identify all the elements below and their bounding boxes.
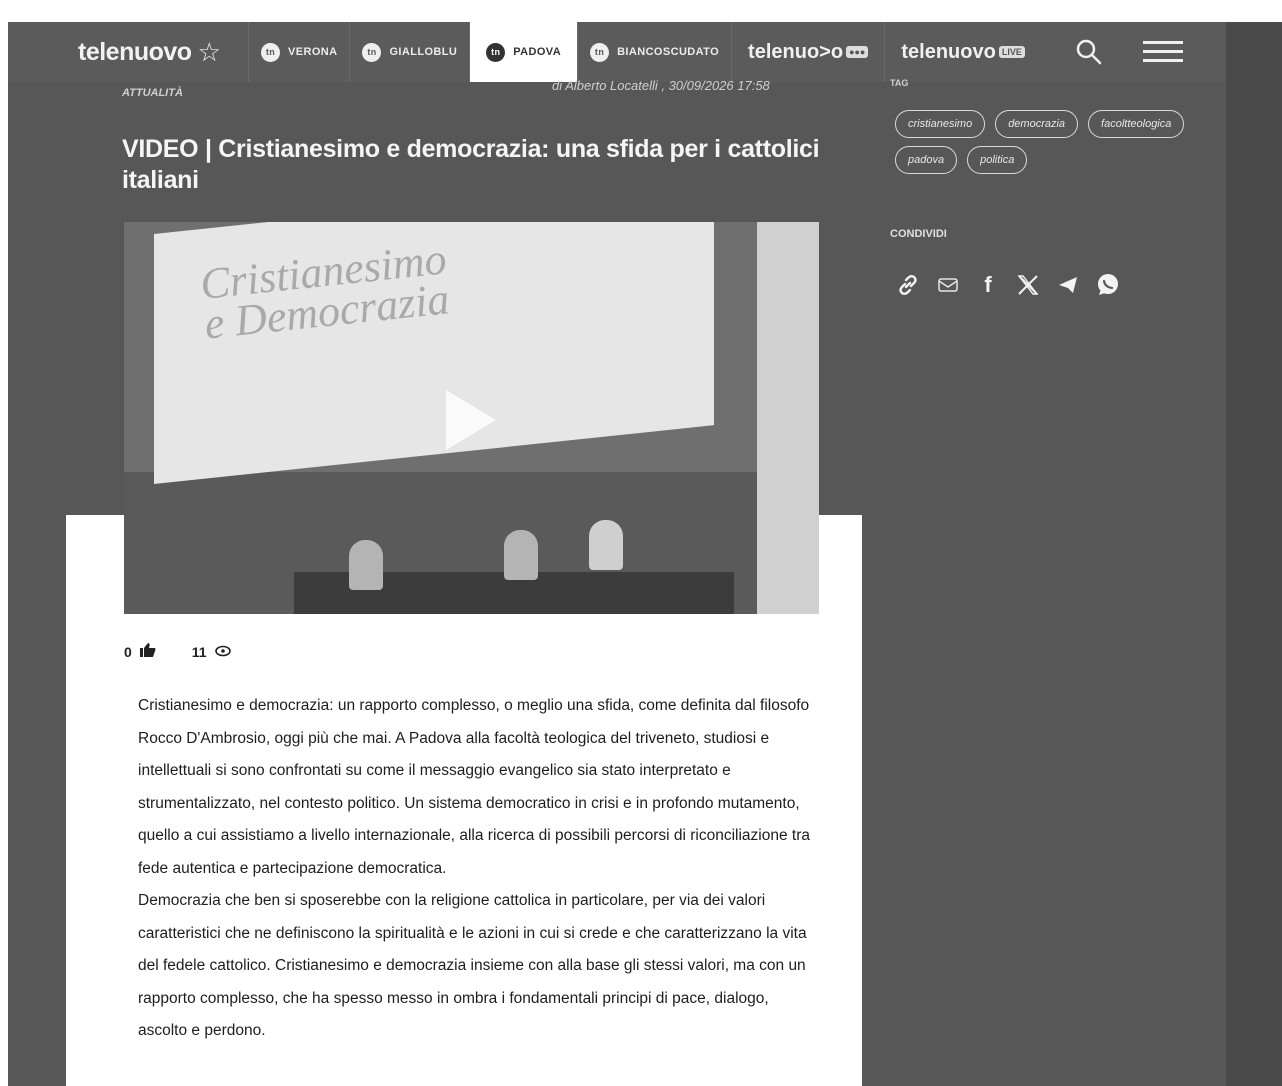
article-body: Cristianesimo e democrazia: un rapporto … <box>138 690 818 1048</box>
views-count: 11 <box>191 643 207 660</box>
eye-icon <box>214 644 231 660</box>
nav-item-gialloblu[interactable]: tn GIALLOBLU <box>349 22 469 82</box>
whatsapp-icon[interactable] <box>1095 268 1121 302</box>
x-icon[interactable] <box>1015 268 1041 302</box>
article-category[interactable]: ATTUALITÀ <box>122 87 183 99</box>
nav-item-label: GIALLOBLU <box>389 46 458 58</box>
tn-logo-icon: tn <box>261 42 280 62</box>
tag-chip[interactable]: democrazia <box>995 110 1079 138</box>
nav-brand-link-live[interactable]: telenuovo LIVE <box>884 22 1040 82</box>
nav-brand-suffix: LIVE <box>998 46 1025 58</box>
video-speaker <box>349 540 383 590</box>
nav-brand-label: telenuo>o <box>748 40 844 63</box>
nav-item-biancoscudato[interactable]: tn BIANCOSCUDATO <box>577 22 731 82</box>
nav-brand-suffix: ●●● <box>846 46 869 58</box>
video-player[interactable]: Cristianesimo e Democrazia <box>124 222 819 614</box>
likes-count: 0 <box>124 643 132 660</box>
article-title: VIDEO | Cristianesimo e democrazia: una … <box>122 135 820 194</box>
tn-logo-icon: tn <box>362 42 382 62</box>
tag-chip[interactable]: facoltteologica <box>1088 110 1185 138</box>
video-speaker <box>504 530 538 580</box>
article-stats: 0 11 <box>124 643 231 660</box>
tn-logo-icon: tn <box>486 42 506 62</box>
share-buttons: f <box>895 268 1121 302</box>
tag-list: cristianesimo democrazia facoltteologica… <box>895 110 1195 174</box>
menu-icon[interactable] <box>1133 22 1193 82</box>
nav-item-verona[interactable]: tn VERONA <box>248 22 349 82</box>
tag-chip[interactable]: padova <box>895 146 958 174</box>
top-navigation: telenuovo ☆ tn VERONA tn GIALLOBLU tn PA… <box>8 22 1226 82</box>
article-paragraph: Democrazia che ben si sposerebbe con la … <box>138 892 807 1039</box>
tags-heading: TAG <box>890 78 909 88</box>
search-icon[interactable] <box>1059 22 1119 82</box>
telegram-icon[interactable] <box>1055 268 1081 302</box>
nav-item-padova[interactable]: tn PADOVA <box>469 22 578 82</box>
nav-item-label: BIANCOSCUDATO <box>617 46 720 58</box>
tag-chip[interactable]: politica <box>967 146 1028 174</box>
like-icon[interactable] <box>139 643 156 660</box>
nav-item-label: VERONA <box>288 46 338 58</box>
play-icon[interactable] <box>446 390 496 450</box>
nav-item-label: PADOVA <box>513 46 562 58</box>
article-paragraph: Cristianesimo e democrazia: un rapporto … <box>138 697 810 877</box>
article-byline: di Alberto Locatelli , 30/09/2026 17:58 <box>552 78 770 93</box>
site-logo[interactable]: telenuovo ☆ <box>78 37 248 68</box>
video-side-panel <box>757 222 819 614</box>
logo-text: telenuovo <box>78 37 192 66</box>
tn-logo-icon: tn <box>590 42 610 62</box>
facebook-icon[interactable]: f <box>975 268 1001 302</box>
video-speaker <box>589 520 623 570</box>
mail-icon[interactable] <box>935 268 961 302</box>
favorite-star-icon[interactable]: ☆ <box>198 37 221 68</box>
share-heading: CONDIVIDI <box>890 228 947 240</box>
nav-brand-label: telenuovo <box>901 40 996 63</box>
nav-brand-link-ondemand[interactable]: telenuo>o ●●● <box>731 22 884 82</box>
tag-chip[interactable]: cristianesimo <box>895 110 986 138</box>
page-edge <box>1226 22 1282 1086</box>
link-icon[interactable] <box>895 268 921 302</box>
